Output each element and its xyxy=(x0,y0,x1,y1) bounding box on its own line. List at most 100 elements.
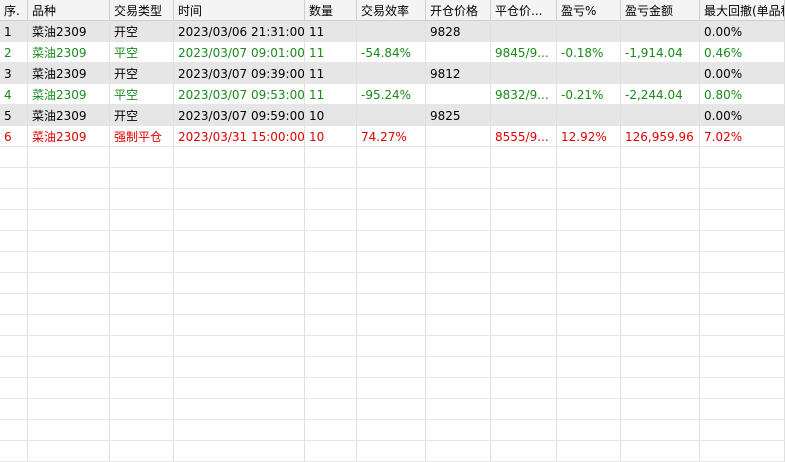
empty-table-row[interactable] xyxy=(0,147,785,168)
empty-table-row[interactable] xyxy=(0,420,785,441)
cell-efficiency: 74.27% xyxy=(357,126,426,147)
column-header-open-price[interactable]: 开仓价格 xyxy=(426,0,491,21)
cell-symbol: 菜油2309 xyxy=(28,126,110,147)
cell-time xyxy=(174,189,305,210)
cell-quantity: 10 xyxy=(305,126,357,147)
cell-pnl-percent xyxy=(557,378,621,399)
cell-pnl-amount xyxy=(621,399,700,420)
cell-time: 2023/03/07 09:39:00 xyxy=(174,63,305,84)
table-row[interactable]: 6 菜油2309 强制平仓 2023/03/31 15:00:00 10 74.27% 85… xyxy=(0,126,785,147)
cell-quantity xyxy=(305,378,357,399)
cell-open-price xyxy=(426,357,491,378)
cell-time: 2023/03/07 09:01:00 xyxy=(174,42,305,63)
cell-pnl-percent xyxy=(557,168,621,189)
cell-pnl-amount: -2,244.04 xyxy=(621,84,700,105)
empty-table-row[interactable] xyxy=(0,315,785,336)
cell-quantity xyxy=(305,399,357,420)
cell-open-price: 9828 xyxy=(426,21,491,42)
cell-pnl-percent xyxy=(557,420,621,441)
cell-max-drawdown xyxy=(700,168,785,189)
cell-pnl-amount xyxy=(621,147,700,168)
cell-time xyxy=(174,336,305,357)
empty-table-row[interactable] xyxy=(0,294,785,315)
cell-efficiency xyxy=(357,357,426,378)
cell-time xyxy=(174,210,305,231)
cell-pnl-amount xyxy=(621,21,700,42)
cell-symbol xyxy=(28,252,110,273)
column-header-trade-type[interactable]: 交易类型 xyxy=(110,0,174,21)
cell-open-price xyxy=(426,336,491,357)
column-header-symbol[interactable]: 品种 xyxy=(28,0,110,21)
empty-table-row[interactable] xyxy=(0,357,785,378)
cell-quantity xyxy=(305,441,357,462)
cell-index: 3 xyxy=(0,63,28,84)
column-header-index[interactable]: 序. xyxy=(0,0,28,21)
cell-efficiency xyxy=(357,21,426,42)
cell-index xyxy=(0,378,28,399)
cell-close-price xyxy=(491,231,557,252)
column-header-pnl-percent[interactable]: 盈亏% xyxy=(557,0,621,21)
cell-open-price xyxy=(426,441,491,462)
cell-quantity: 11 xyxy=(305,63,357,84)
cell-time xyxy=(174,168,305,189)
cell-symbol xyxy=(28,210,110,231)
cell-pnl-percent xyxy=(557,231,621,252)
cell-close-price xyxy=(491,210,557,231)
cell-trade-type xyxy=(110,210,174,231)
table-row[interactable]: 2 菜油2309 平空 2023/03/07 09:01:00 11 -54.84% 984… xyxy=(0,42,785,63)
cell-trade-type xyxy=(110,357,174,378)
column-header-time[interactable]: 时间 xyxy=(174,0,305,21)
empty-table-row[interactable] xyxy=(0,273,785,294)
cell-pnl-amount xyxy=(621,189,700,210)
cell-time xyxy=(174,441,305,462)
cell-close-price xyxy=(491,168,557,189)
column-header-efficiency[interactable]: 交易效率 xyxy=(357,0,426,21)
cell-close-price xyxy=(491,399,557,420)
table-row[interactable]: 4 菜油2309 平空 2023/03/07 09:53:00 11 -95.24% 983… xyxy=(0,84,785,105)
cell-index: 4 xyxy=(0,84,28,105)
cell-quantity xyxy=(305,420,357,441)
empty-table-row[interactable] xyxy=(0,168,785,189)
column-header-quantity[interactable]: 数量 xyxy=(305,0,357,21)
cell-quantity xyxy=(305,189,357,210)
empty-table-row[interactable] xyxy=(0,210,785,231)
cell-open-price: 9825 xyxy=(426,105,491,126)
empty-table-row[interactable] xyxy=(0,189,785,210)
cell-symbol xyxy=(28,147,110,168)
empty-table-row[interactable] xyxy=(0,252,785,273)
cell-pnl-percent: -0.18% xyxy=(557,42,621,63)
cell-time xyxy=(174,420,305,441)
table-row[interactable]: 1 菜油2309 开空 2023/03/06 21:31:00 11 9828 0.00% xyxy=(0,21,785,42)
column-header-max-drawdown[interactable]: 最大回撤(单品种 xyxy=(700,0,785,21)
cell-trade-type xyxy=(110,252,174,273)
cell-close-price: 9832/9... xyxy=(491,84,557,105)
cell-open-price xyxy=(426,399,491,420)
cell-open-price xyxy=(426,294,491,315)
cell-time: 2023/03/06 21:31:00 xyxy=(174,21,305,42)
cell-close-price xyxy=(491,420,557,441)
cell-quantity xyxy=(305,147,357,168)
cell-index xyxy=(0,315,28,336)
cell-open-price xyxy=(426,84,491,105)
cell-pnl-amount xyxy=(621,420,700,441)
cell-close-price xyxy=(491,105,557,126)
empty-table-row[interactable] xyxy=(0,399,785,420)
empty-table-row[interactable] xyxy=(0,336,785,357)
cell-symbol: 菜油2309 xyxy=(28,42,110,63)
table-row[interactable]: 5 菜油2309 开空 2023/03/07 09:59:00 10 9825 0.00% xyxy=(0,105,785,126)
cell-max-drawdown xyxy=(700,147,785,168)
empty-table-row[interactable] xyxy=(0,378,785,399)
cell-efficiency xyxy=(357,420,426,441)
cell-max-drawdown xyxy=(700,399,785,420)
cell-close-price xyxy=(491,63,557,84)
cell-pnl-amount xyxy=(621,378,700,399)
column-header-pnl-amount[interactable]: 盈亏金额 xyxy=(621,0,700,21)
cell-efficiency: -54.84% xyxy=(357,42,426,63)
column-header-close-price[interactable]: 平仓价... xyxy=(491,0,557,21)
empty-table-row[interactable] xyxy=(0,441,785,462)
cell-efficiency xyxy=(357,252,426,273)
cell-pnl-amount xyxy=(621,336,700,357)
table-row[interactable]: 3 菜油2309 开空 2023/03/07 09:39:00 11 9812 0.00% xyxy=(0,63,785,84)
empty-table-row[interactable] xyxy=(0,231,785,252)
cell-max-drawdown: 0.80% xyxy=(700,84,785,105)
